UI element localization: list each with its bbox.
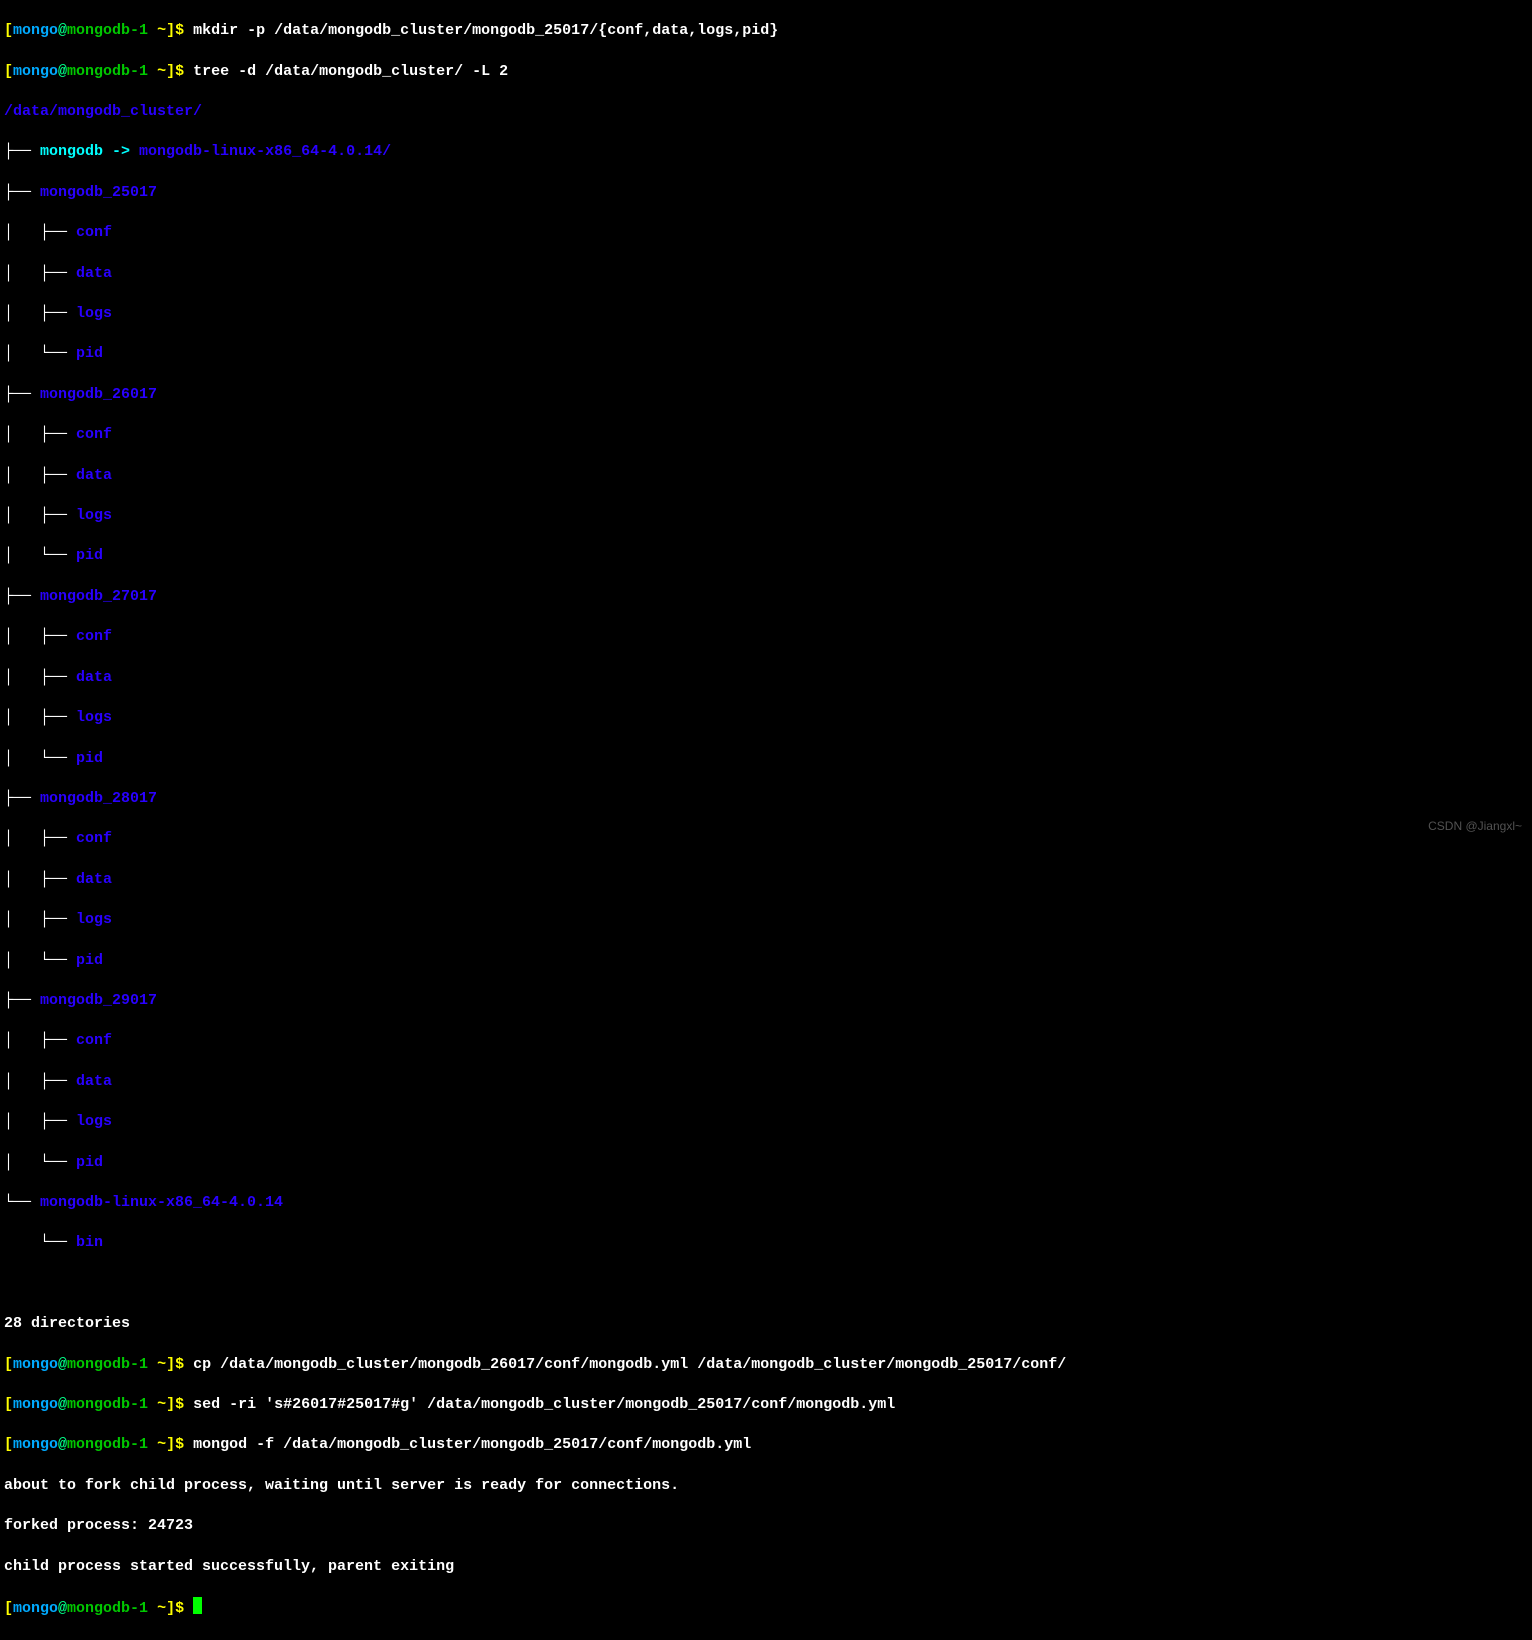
tree-line: │ └── pid — [4, 951, 1528, 971]
command-mkdir: mkdir -p /data/mongodb_cluster/mongodb_2… — [193, 22, 778, 39]
tree-line: ├── mongodb -> mongodb-linux-x86_64-4.0.… — [4, 142, 1528, 162]
tree-symlink: mongodb — [40, 143, 103, 160]
command-mongod: mongod -f /data/mongodb_cluster/mongodb_… — [193, 1436, 751, 1453]
terminal-prompt-active[interactable]: [mongo@mongodb-1 ~]$ — [4, 1597, 1528, 1619]
tree-line: │ ├── logs — [4, 910, 1528, 930]
prompt-bracket-open: [ — [4, 22, 13, 39]
command-cp: cp /data/mongodb_cluster/mongodb_26017/c… — [193, 1356, 1066, 1373]
tree-line: ├── mongodb_29017 — [4, 991, 1528, 1011]
tree-summary: 28 directories — [4, 1314, 1528, 1334]
cursor-icon — [193, 1597, 202, 1614]
tree-blank — [4, 1274, 1528, 1294]
tree-line: │ ├── data — [4, 870, 1528, 890]
command-tree: tree -d /data/mongodb_cluster/ -L 2 — [193, 63, 508, 80]
tree-line: │ ├── logs — [4, 506, 1528, 526]
prompt-user: mongo — [13, 22, 58, 39]
tree-line: │ ├── conf — [4, 1031, 1528, 1051]
prompt-dollar: $ — [175, 22, 184, 39]
watermark-text: CSDN @Jiangxl~ — [1428, 816, 1522, 836]
terminal-line: [mongo@mongodb-1 ~]$ sed -ri 's#26017#25… — [4, 1395, 1528, 1415]
mongod-output-line: forked process: 24723 — [4, 1516, 1528, 1536]
tree-line: │ └── pid — [4, 344, 1528, 364]
tree-line: │ ├── conf — [4, 627, 1528, 647]
mongod-output-line: about to fork child process, waiting unt… — [4, 1476, 1528, 1496]
mongod-output-line: child process started successfully, pare… — [4, 1557, 1528, 1577]
command-sed: sed -ri 's#26017#25017#g' /data/mongodb_… — [193, 1396, 895, 1413]
tree-line: │ └── pid — [4, 1153, 1528, 1173]
tree-line: │ └── pid — [4, 749, 1528, 769]
tree-line: └── bin — [4, 1233, 1528, 1253]
terminal-line: [mongo@mongodb-1 ~]$ cp /data/mongodb_cl… — [4, 1355, 1528, 1375]
tree-line: │ └── pid — [4, 546, 1528, 566]
tree-line: │ ├── data — [4, 1072, 1528, 1092]
tree-line: │ ├── conf — [4, 425, 1528, 445]
tree-line: ├── mongodb_26017 — [4, 385, 1528, 405]
terminal-window[interactable]: [mongo@mongodb-1 ~]$ mkdir -p /data/mong… — [0, 0, 1532, 1640]
terminal-line: [mongo@mongodb-1 ~]$ mongod -f /data/mon… — [4, 1435, 1528, 1455]
tree-line: │ ├── logs — [4, 708, 1528, 728]
terminal-line: [mongo@mongodb-1 ~]$ mkdir -p /data/mong… — [4, 21, 1528, 41]
tree-line: │ ├── data — [4, 466, 1528, 486]
tree-line: ├── mongodb_28017 — [4, 789, 1528, 809]
tree-root: /data/mongodb_cluster/ — [4, 102, 1528, 122]
prompt-at: @ — [58, 22, 67, 39]
prompt-host: mongodb-1 — [67, 22, 148, 39]
tree-line: ├── mongodb_27017 — [4, 587, 1528, 607]
tree-line: │ ├── logs — [4, 1112, 1528, 1132]
tree-line: ├── mongodb_25017 — [4, 183, 1528, 203]
tree-line: │ ├── conf — [4, 223, 1528, 243]
prompt-path: ~ — [148, 22, 166, 39]
tree-line: │ ├── logs — [4, 304, 1528, 324]
tree-line: └── mongodb-linux-x86_64-4.0.14 — [4, 1193, 1528, 1213]
tree-line: │ ├── data — [4, 264, 1528, 284]
terminal-line: [mongo@mongodb-1 ~]$ tree -d /data/mongo… — [4, 62, 1528, 82]
tree-line: │ ├── data — [4, 668, 1528, 688]
prompt-bracket-close: ] — [166, 22, 175, 39]
tree-line: │ ├── conf — [4, 829, 1528, 849]
